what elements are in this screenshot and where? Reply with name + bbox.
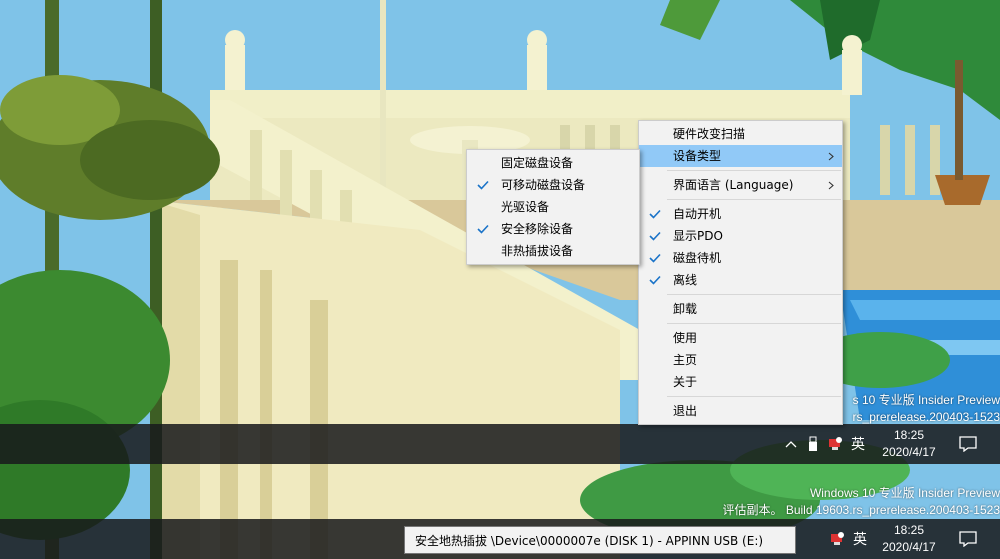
clock-time: 18:25: [893, 523, 925, 537]
notification-icon[interactable]: [946, 424, 990, 464]
menu-separator: [667, 199, 841, 200]
menu-item-auto-start[interactable]: 自动开机: [639, 203, 842, 225]
context-submenu-device-type: 固定磁盘设备 可移动磁盘设备 光驱设备 安全移除设备 非热插拔设备: [466, 149, 640, 265]
menu-item-offline[interactable]: 离线: [639, 269, 842, 291]
hotswap-app-icon[interactable]: [824, 424, 846, 464]
menu-separator: [667, 294, 841, 295]
menu-item-hardware-scan[interactable]: 硬件改变扫描: [639, 123, 842, 145]
input-language-indicator[interactable]: 英: [846, 434, 870, 454]
menu-item-label: 硬件改变扫描: [673, 127, 746, 141]
menu-item-label: 自动开机: [673, 207, 722, 221]
clock-date: 2020/4/17: [882, 540, 936, 554]
clock-time: 18:25: [893, 428, 925, 442]
notification-icon[interactable]: [946, 519, 990, 559]
menu-item-exit[interactable]: 退出: [639, 400, 842, 422]
menu-item-label: 固定磁盘设备: [501, 156, 574, 170]
submenu-item-optical-drive[interactable]: 光驱设备: [467, 196, 639, 218]
chevron-right-icon: [828, 174, 834, 196]
check-icon: [475, 174, 491, 196]
desktop-wallpaper: [0, 0, 1000, 559]
submenu-item-removable-disk[interactable]: 可移动磁盘设备: [467, 174, 639, 196]
menu-item-label: 设备类型: [673, 149, 722, 163]
menu-separator: [667, 170, 841, 171]
submenu-item-fixed-disk[interactable]: 固定磁盘设备: [467, 152, 639, 174]
menu-item-label: 主页: [673, 353, 698, 367]
menu-item-label: 关于: [673, 375, 698, 389]
context-menu-main: 硬件改变扫描 设备类型 界面语言 (Language) 自动开机 显示PDO 磁…: [638, 120, 843, 425]
menu-item-label: 磁盘待机: [673, 251, 722, 265]
menu-item-label: 使用: [673, 331, 698, 345]
check-icon: [475, 218, 491, 240]
menu-item-label: 安全移除设备: [501, 222, 574, 236]
chevron-right-icon: [828, 145, 834, 167]
menu-item-homepage[interactable]: 主页: [639, 349, 842, 371]
menu-item-usage[interactable]: 使用: [639, 327, 842, 349]
menu-item-label: 显示PDO: [673, 229, 723, 243]
wallpaper-illustration: [0, 0, 1000, 559]
menu-item-label: 离线: [673, 273, 698, 287]
menu-item-label: 可移动磁盘设备: [501, 178, 586, 192]
check-icon: [647, 247, 663, 269]
menu-item-about[interactable]: 关于: [639, 371, 842, 393]
menu-item-label: 卸载: [673, 302, 698, 316]
check-icon: [647, 203, 663, 225]
watermark-bottom-line2: 评估副本。 Build 19603.rs_prerelease.200403-1…: [722, 503, 1000, 517]
check-icon: [647, 269, 663, 291]
menu-item-disk-standby[interactable]: 磁盘待机: [639, 247, 842, 269]
watermark-bottom-line1: Windows 10 专业版 Insider Preview: [809, 486, 1000, 500]
taskbar-clock-bottom[interactable]: 18:25 2020/4/17: [869, 522, 949, 556]
submenu-item-non-hotplug[interactable]: 非热插拔设备: [467, 240, 639, 262]
system-tray-top: 英: [780, 424, 870, 464]
hotswap-tooltip: 安全地热插拔 \Device\0000007e (DISK 1) - APPIN…: [404, 526, 796, 554]
menu-item-label: 光驱设备: [501, 200, 550, 214]
menu-item-show-pdo[interactable]: 显示PDO: [639, 225, 842, 247]
chevron-up-icon[interactable]: [780, 424, 802, 464]
menu-item-label: 非热插拔设备: [501, 244, 574, 258]
menu-item-language[interactable]: 界面语言 (Language): [639, 174, 842, 196]
check-icon: [647, 225, 663, 247]
taskbar-top: 英 18:25 2020/4/17: [0, 424, 1000, 464]
menu-item-uninstall[interactable]: 卸载: [639, 298, 842, 320]
menu-item-label: 退出: [673, 404, 698, 418]
menu-separator: [667, 323, 841, 324]
clock-date: 2020/4/17: [882, 445, 936, 459]
windows-watermark-bottom: Windows 10 专业版 Insider Preview 评估副本。 Bui…: [700, 485, 1000, 519]
submenu-item-safe-removal[interactable]: 安全移除设备: [467, 218, 639, 240]
usb-drive-icon[interactable]: [802, 424, 824, 464]
menu-separator: [667, 396, 841, 397]
menu-item-label: 界面语言 (Language): [673, 178, 794, 192]
menu-item-device-type[interactable]: 设备类型: [639, 145, 842, 167]
system-tray-bottom: 英: [826, 519, 872, 559]
taskbar-clock-top[interactable]: 18:25 2020/4/17: [869, 427, 949, 461]
hotswap-app-icon[interactable]: [826, 519, 848, 559]
